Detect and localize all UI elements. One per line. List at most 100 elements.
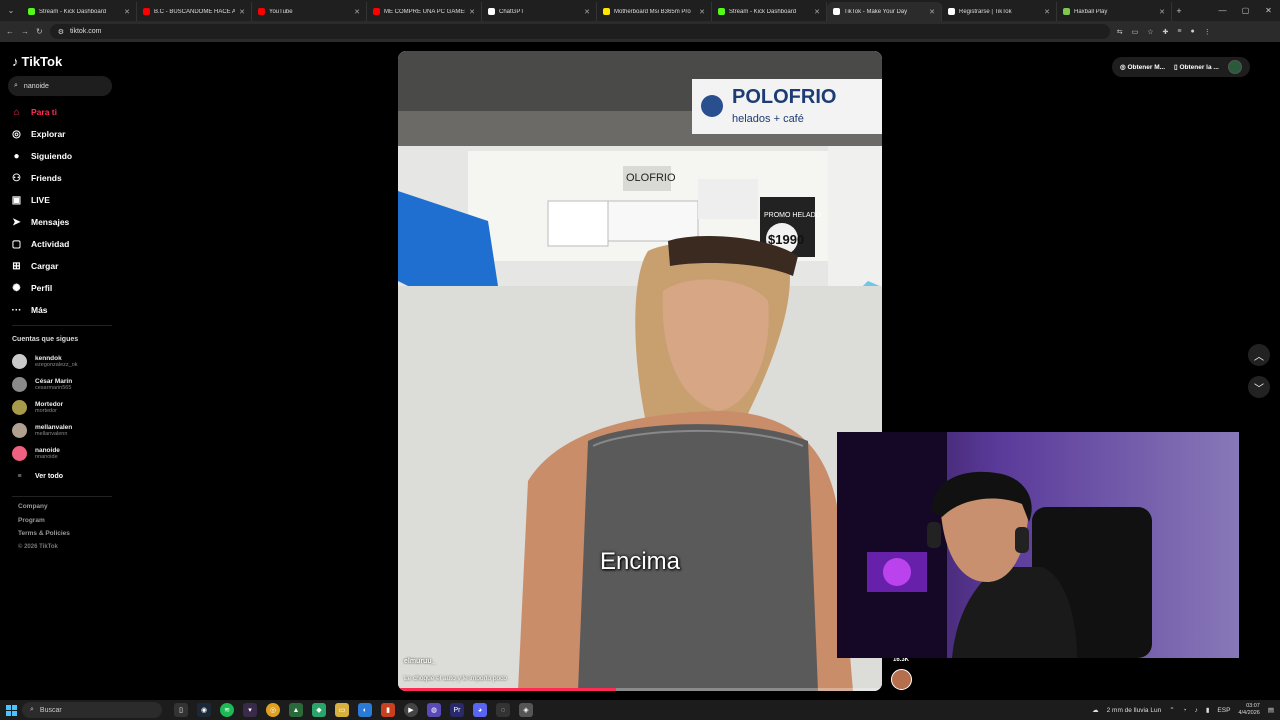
- next-video-button[interactable]: ﹀: [1248, 376, 1270, 398]
- app-icon[interactable]: ▮: [381, 703, 395, 717]
- following-account[interactable]: kenndok ezegonzalezz_ok: [12, 350, 78, 373]
- following-account[interactable]: Mortedor mortedor: [12, 396, 78, 419]
- video-player[interactable]: POLOFRIO helados + café OLOFRIO PROMO HE…: [398, 51, 882, 691]
- close-icon[interactable]: ✕: [124, 8, 130, 16]
- footer-link-terms[interactable]: Terms & Policies: [18, 530, 70, 544]
- following-account[interactable]: mellanvalen mellanvalenn: [12, 419, 78, 442]
- svg-text:helados + café: helados + café: [732, 113, 804, 125]
- close-icon[interactable]: ✕: [239, 8, 245, 16]
- maximize-button[interactable]: ▢: [1234, 0, 1257, 21]
- sidebar-item-live[interactable]: ▣ LIVE: [10, 189, 72, 211]
- sidebar-item-cargar[interactable]: ⊞ Cargar: [10, 255, 72, 277]
- volume-icon[interactable]: ♪: [1195, 707, 1198, 714]
- sidebar-item-m-s[interactable]: ··· Más: [10, 299, 72, 321]
- start-button[interactable]: [0, 700, 22, 720]
- obs-icon[interactable]: ◌: [496, 703, 510, 717]
- close-icon[interactable]: ✕: [469, 8, 475, 16]
- video-progress-bar[interactable]: [398, 688, 882, 691]
- svg-text:PROMO HELADO: PROMO HELADO: [764, 212, 822, 219]
- forward-icon[interactable]: →: [21, 27, 29, 36]
- extensions-icon[interactable]: ✚: [1162, 28, 1168, 36]
- premiere-icon[interactable]: Pr: [450, 703, 464, 717]
- previous-video-button[interactable]: ︿: [1248, 344, 1270, 366]
- app-icon[interactable]: ◍: [427, 703, 441, 717]
- close-icon[interactable]: ✕: [354, 8, 360, 16]
- close-icon[interactable]: ✕: [584, 8, 590, 16]
- browser-tab[interactable]: TikTok - Make Your Day ✕: [827, 2, 942, 21]
- get-coins-button[interactable]: ◎ Obtener M...: [1120, 63, 1165, 71]
- get-app-button[interactable]: ▯ Obtener la ...: [1174, 63, 1219, 71]
- close-icon[interactable]: ✕: [814, 8, 820, 16]
- footer-link-program[interactable]: Program: [18, 517, 70, 531]
- media-player-icon[interactable]: ▶: [404, 703, 418, 717]
- close-icon[interactable]: ✕: [1159, 8, 1165, 16]
- translate-icon[interactable]: ⇆: [1117, 28, 1123, 36]
- notifications-icon[interactable]: ▤: [1268, 706, 1274, 714]
- cast-icon[interactable]: ▭: [1132, 28, 1139, 36]
- sidebar-item-actividad[interactable]: ▢ Actividad: [10, 233, 72, 255]
- reload-icon[interactable]: ↻: [36, 27, 43, 36]
- browser-tab[interactable]: Haxball Play ✕: [1057, 2, 1172, 21]
- search-input[interactable]: ⌕ nanoide: [8, 76, 112, 96]
- video-author[interactable]: elmuruu_: [404, 658, 436, 665]
- clock[interactable]: 03:07 4/4/2026: [1238, 703, 1259, 717]
- spotify-icon[interactable]: ≋: [220, 703, 234, 717]
- following-account[interactable]: nanoide nnanoide: [12, 442, 78, 465]
- author-avatar[interactable]: [891, 669, 912, 690]
- taskbar-search[interactable]: ⌕ Buscar: [22, 702, 162, 718]
- close-icon[interactable]: ✕: [929, 8, 935, 16]
- browser-tab[interactable]: Stream - Kick Dashboard ✕: [712, 2, 827, 21]
- browser-tab[interactable]: Stream - Kick Dashboard ✕: [22, 2, 137, 21]
- chrome-icon[interactable]: ◎: [266, 703, 280, 717]
- browser-tab[interactable]: B.C - BUSCANDOME HACE A? ✕: [137, 2, 252, 21]
- close-window-button[interactable]: ✕: [1257, 0, 1280, 21]
- task-view-icon[interactable]: ▯: [174, 703, 188, 717]
- steam-icon[interactable]: ◉: [197, 703, 211, 717]
- browser-tab[interactable]: YouTube ✕: [252, 2, 367, 21]
- weather-icon[interactable]: ☁: [1092, 706, 1099, 714]
- profile-avatar-icon[interactable]: ●: [1190, 28, 1194, 36]
- bookmark-star-icon[interactable]: ☆: [1147, 28, 1153, 36]
- close-icon[interactable]: ✕: [1044, 8, 1050, 16]
- tab-search-button[interactable]: ⌄: [0, 0, 22, 21]
- app-icon[interactable]: ▲: [289, 703, 303, 717]
- back-icon[interactable]: ←: [6, 27, 14, 36]
- weather-text[interactable]: 2 mm de lluvia Lun: [1107, 707, 1162, 714]
- browser-tab[interactable]: Motherboard Msi B365m Pro ✕: [597, 2, 712, 21]
- following-account[interactable]: César Marín cesarmarin565: [12, 373, 78, 396]
- close-icon[interactable]: ✕: [699, 8, 705, 16]
- network-icon[interactable]: ◔: [1183, 707, 1187, 714]
- chevron-up-icon[interactable]: ⌃: [1169, 706, 1174, 714]
- battery-icon[interactable]: ▮: [1206, 706, 1210, 714]
- browser-tab[interactable]: ME COMPRE UNA PC GAMER ✕: [367, 2, 482, 21]
- site-info-icon[interactable]: ⚙: [58, 28, 64, 36]
- app-icon[interactable]: ▾: [243, 703, 257, 717]
- browser-menu-icon[interactable]: ⋮: [1204, 28, 1211, 36]
- tab-groups-icon[interactable]: ≡: [1177, 28, 1181, 36]
- browser-tab[interactable]: Registrarse | TikTok ✕: [942, 2, 1057, 21]
- tab-favicon-icon: [143, 8, 150, 15]
- sidebar-item-mensajes[interactable]: ➤ Mensajes: [10, 211, 72, 233]
- language-indicator[interactable]: ESP: [1217, 707, 1230, 714]
- browser-tab[interactable]: ChatGPT ✕: [482, 2, 597, 21]
- minimize-button[interactable]: —: [1211, 0, 1234, 21]
- sidebar-item-para-ti[interactable]: ⌂ Para ti: [10, 101, 72, 123]
- tiktok-logo[interactable]: ♪ TikTok: [12, 54, 62, 69]
- tab-title: ChatGPT: [499, 8, 525, 15]
- see-all-button[interactable]: ≡ Ver todo: [12, 465, 78, 487]
- sidebar-item-siguiendo[interactable]: ● Siguiendo: [10, 145, 72, 167]
- sidebar-item-explorar[interactable]: ◎ Explorar: [10, 123, 72, 145]
- user-avatar[interactable]: [1227, 60, 1242, 74]
- app-icon[interactable]: ◐: [358, 703, 372, 717]
- footer-link-company[interactable]: Company: [18, 503, 70, 517]
- file-explorer-icon[interactable]: ▭: [335, 703, 349, 717]
- sidebar-item-label: Actividad: [31, 239, 70, 249]
- list-icon: ≡: [17, 472, 22, 480]
- app-icon[interactable]: ◆: [312, 703, 326, 717]
- new-tab-button[interactable]: +: [1172, 6, 1186, 16]
- address-bar[interactable]: ⚙ tiktok.com: [49, 24, 1110, 39]
- sidebar-item-perfil[interactable]: ✺ Perfil: [10, 277, 72, 299]
- discord-icon[interactable]: ◕: [473, 703, 487, 717]
- sidebar-item-friends[interactable]: ⚇ Friends: [10, 167, 72, 189]
- app-icon[interactable]: ◈: [519, 703, 533, 717]
